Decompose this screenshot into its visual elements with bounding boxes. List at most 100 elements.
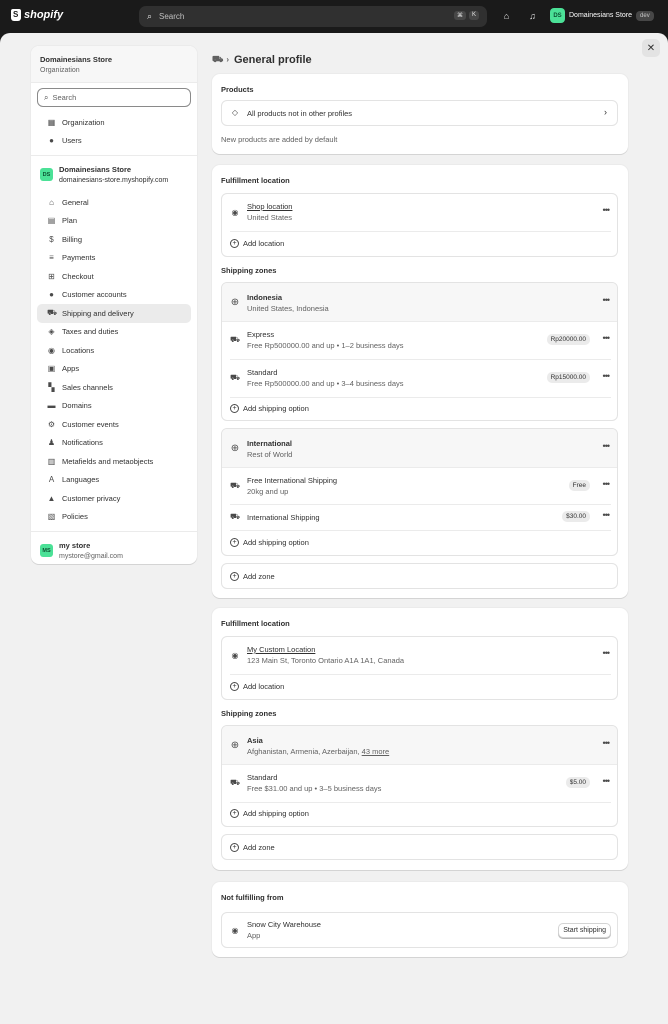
more-actions-icon[interactable]: ••• — [603, 205, 611, 215]
add-shipping-option-button[interactable]: + Add shipping option — [230, 809, 309, 818]
store-info[interactable]: DS Domainesians Store domainesians-store… — [31, 161, 197, 189]
sidebar-item-languages[interactable]: A Languages — [37, 471, 191, 490]
divider — [230, 802, 611, 803]
zone-name: Asia — [247, 736, 263, 745]
sidebar-item-payments[interactable]: ≡ Payments — [37, 249, 191, 268]
add-location-button[interactable]: + Add location — [230, 682, 284, 691]
sidebar-item-domains[interactable]: ▬ Domains — [37, 397, 191, 416]
user-icon: ● — [49, 136, 54, 146]
truck-icon[interactable]: ⛟ — [212, 54, 223, 66]
close-button[interactable]: ✕ — [642, 39, 660, 57]
zone-name: Indonesia — [247, 293, 283, 302]
settings-search-input[interactable]: ⌕ Search — [37, 88, 191, 107]
sidebar-item-customer-accounts[interactable]: ● Customer accounts — [37, 286, 191, 305]
more-actions-icon[interactable]: ••• — [603, 441, 611, 451]
sidebar-item-users[interactable]: ● Users — [37, 132, 191, 151]
rate-price: $5.00 — [565, 777, 590, 788]
billing-icon: $ — [49, 234, 54, 244]
plus-circle-icon: + — [230, 809, 239, 818]
more-actions-icon[interactable]: ••• — [603, 776, 611, 786]
more-actions-icon[interactable]: ••• — [603, 333, 611, 343]
sidebar-item-apps[interactable]: ▣ Apps — [37, 360, 191, 379]
sidebar-item-checkout[interactable]: ⊞ Checkout — [37, 267, 191, 286]
bell-icon[interactable]: ♫ — [527, 11, 538, 22]
sidebar-item-policies[interactable]: ▧ Policies — [37, 508, 191, 527]
chevron-right-icon: › — [226, 55, 229, 64]
rate-row: ⛟ Express Free Rp500000.00 and up • 1–2 … — [222, 321, 617, 359]
search-icon: ⌕ — [147, 11, 153, 21]
more-actions-icon[interactable]: ••• — [603, 738, 611, 748]
k-key: K — [468, 11, 479, 20]
sidebar-item-label: Organization — [62, 117, 105, 127]
location-name-link[interactable]: Shop location — [247, 202, 292, 211]
sidebar-item-billing[interactable]: $ Billing — [37, 230, 191, 249]
store-icon: ⌂ — [49, 197, 54, 207]
add-zone-button[interactable]: + Add zone — [221, 563, 618, 589]
zone-asia: ⊕ Asia Afghanistan, Armenia, Azerbaijan,… — [221, 725, 618, 827]
zone-header: ⊕ Indonesia United States, Indonesia ••• — [222, 283, 617, 321]
more-actions-icon[interactable]: ••• — [603, 648, 611, 658]
plus-circle-icon: + — [230, 239, 239, 248]
sidebar-item-plan[interactable]: ▤ Plan — [37, 212, 191, 231]
location-row: ◉ My Custom Location 123 Main St, Toront… — [222, 637, 617, 674]
shopify-logo[interactable]: shopify — [11, 9, 63, 21]
rate-price: Rp15000.00 — [546, 372, 590, 383]
sidebar-item-general[interactable]: ⌂ General — [37, 193, 191, 212]
not-fulfilling-card: Not fulfilling from ◉ Snow City Warehous… — [212, 882, 628, 957]
global-search-input[interactable]: ⌕ Search ⌘ K — [139, 6, 487, 27]
sidebar-item-customer-privacy[interactable]: ▲ Customer privacy — [37, 489, 191, 508]
start-shipping-button[interactable]: Start shipping — [558, 923, 611, 938]
sidebar-item-label: Languages — [62, 475, 100, 485]
warehouse-box: ◉ Snow City Warehouse App Start shipping — [221, 912, 618, 948]
sidebar-item-label: Customer accounts — [62, 290, 127, 300]
add-zone-button[interactable]: + Add zone — [221, 834, 618, 860]
products-heading: Products — [221, 85, 254, 94]
sidebar-item-organization[interactable]: ▦ Organization — [37, 113, 191, 132]
sidebar-item-label: Billing — [62, 234, 83, 244]
sidebar-item-notifications[interactable]: ♟ Notifications — [37, 434, 191, 453]
location-address: 123 Main St, Toronto Ontario A1A 1A1, Ca… — [247, 656, 405, 665]
add-shipping-option-label: Add shipping option — [243, 809, 309, 818]
sidebar-item-sales-channels[interactable]: ▚ Sales channels — [37, 378, 191, 397]
user-profile[interactable]: MS my store mystore@gmail.com — [31, 537, 197, 565]
more-actions-icon[interactable]: ••• — [603, 510, 611, 520]
zone-indonesia: ⊕ Indonesia United States, Indonesia •••… — [221, 282, 618, 421]
add-location-button[interactable]: + Add location — [230, 239, 284, 248]
more-actions-icon[interactable]: ••• — [603, 295, 611, 305]
add-shipping-option-button[interactable]: + Add shipping option — [230, 538, 309, 547]
rate-name: Free International Shipping — [247, 476, 338, 485]
plus-circle-icon: + — [230, 682, 239, 691]
sidebar-item-label: Users — [62, 136, 82, 146]
rate-row: ⛟ Free International Shipping 20kg and u… — [222, 467, 617, 504]
sidebar-item-customer-events[interactable]: ⚙ Customer events — [37, 415, 191, 434]
products-row[interactable]: ◇ All products not in other profiles › — [221, 100, 618, 126]
add-shipping-option-button[interactable]: + Add shipping option — [230, 404, 309, 413]
add-zone-inner: + Add zone — [230, 843, 275, 852]
zone-header: ⊕ International Rest of World ••• — [222, 429, 617, 467]
zone-countries-list: Afghanistan, Armenia, Azerbaijan, — [247, 747, 360, 756]
sidebar-item-shipping[interactable]: ⛟ Shipping and delivery — [37, 304, 191, 323]
sidebar-item-metafields[interactable]: ▥ Metafields and metaobjects — [37, 452, 191, 471]
settings-search-placeholder: Search — [52, 93, 77, 102]
truck-icon: ⛟ — [230, 778, 241, 787]
person-icon: ● — [49, 290, 54, 300]
location-name-link[interactable]: My Custom Location — [247, 645, 315, 654]
sidebar-item-taxes[interactable]: ◈ Taxes and duties — [37, 323, 191, 342]
sidebar-item-locations[interactable]: ◉ Locations — [37, 341, 191, 360]
store-switcher[interactable]: DS Domainesians Store dev — [550, 8, 654, 23]
organization-header[interactable]: Domainesians Store Organization — [31, 46, 197, 83]
user-email: mystore@gmail.com — [59, 553, 123, 560]
rate-price: Rp20000.00 — [546, 334, 590, 345]
search-shortcut: ⌘ K — [453, 11, 479, 20]
shipping-zones-heading: Shipping zones — [221, 709, 277, 718]
globe-icon: ⊕ — [230, 443, 240, 454]
more-actions-icon[interactable]: ••• — [603, 371, 611, 381]
sidebar-item-label: Sales channels — [62, 382, 113, 392]
close-icon: ✕ — [646, 42, 656, 54]
more-actions-icon[interactable]: ••• — [603, 479, 611, 489]
sidebar-item-label: Checkout — [62, 271, 94, 281]
not-fulfilling-heading: Not fulfilling from — [221, 893, 284, 902]
logo-text: shopify — [24, 9, 64, 21]
inbox-icon[interactable]: ⌂ — [501, 11, 512, 22]
more-countries-link[interactable]: 43 more — [362, 747, 390, 756]
